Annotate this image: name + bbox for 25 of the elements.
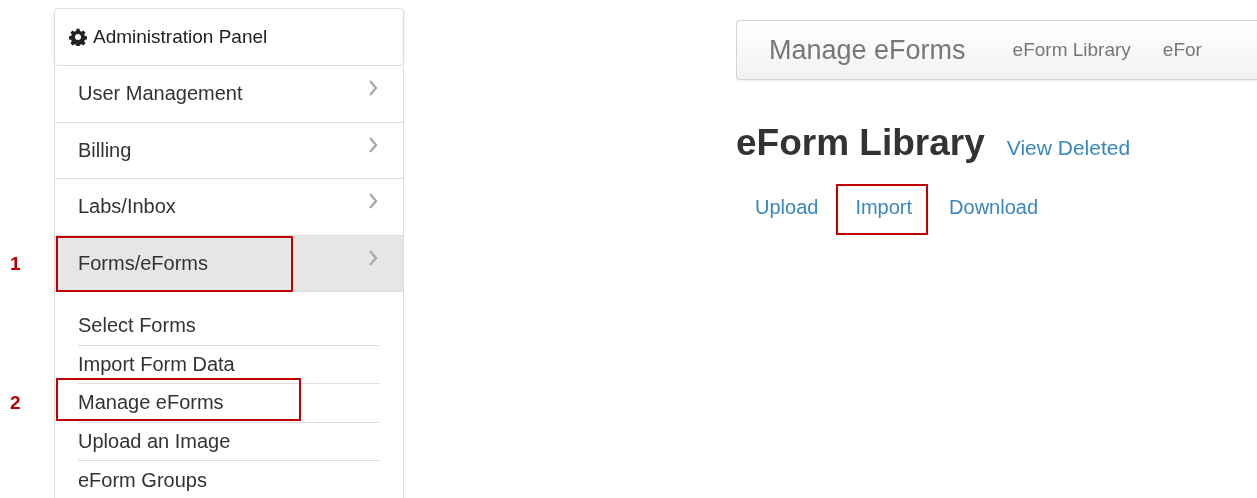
action-link[interactable]: Upload: [736, 186, 837, 231]
submenu-item[interactable]: Import Form Data: [78, 345, 379, 384]
submenu-item[interactable]: Manage eForms: [78, 384, 379, 423]
nav-link[interactable]: eForm Library: [1012, 39, 1131, 61]
settings-icon: [69, 28, 87, 46]
chevron-right-icon: [368, 193, 378, 209]
panel-title: Administration Panel: [93, 26, 268, 48]
chevron-right-icon: [368, 249, 378, 266]
view-deleted-link[interactable]: View Deleted: [1006, 136, 1131, 160]
submenu-item[interactable]: eForm Groups: [78, 461, 379, 498]
page-heading: eForm Library: [736, 122, 985, 164]
menu-item[interactable]: Billing: [54, 122, 404, 179]
menu-item[interactable]: User Management: [54, 66, 404, 123]
chevron-right-icon: [368, 80, 378, 96]
menu-item[interactable]: Labs/Inbox: [54, 179, 404, 236]
action-link[interactable]: Download: [930, 186, 1057, 231]
step-number: 1: [10, 252, 21, 275]
navbar-brand[interactable]: Manage eForms: [769, 34, 966, 66]
action-link[interactable]: Import: [836, 186, 931, 231]
menu-item[interactable]: Forms/eForms: [54, 235, 404, 292]
submenu-item[interactable]: Upload an Image: [78, 422, 379, 461]
step-number: 2: [10, 392, 21, 415]
nav-link[interactable]: eFor: [1162, 39, 1202, 61]
chevron-right-icon: [368, 136, 378, 153]
submenu-item[interactable]: Select Forms: [78, 307, 379, 346]
